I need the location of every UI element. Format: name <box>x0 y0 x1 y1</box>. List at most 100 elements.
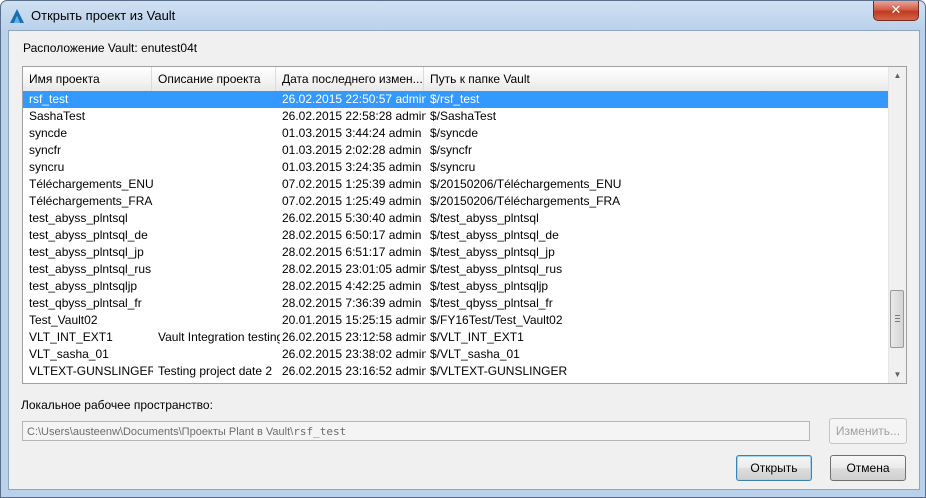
project-description-cell <box>158 261 280 278</box>
project-name-cell: Test_Vault02 <box>29 313 98 327</box>
last-modified-cell: 26.02.2015 23:16:52 admin <box>282 364 426 378</box>
vault-path-cell: $/test_abyss_plntsql <box>430 211 539 225</box>
vault-path-cell: $/syncde <box>430 126 479 140</box>
vault-path-cell: $/test_abyss_plntsql_jp <box>430 245 555 259</box>
last-modified-cell: 28.02.2015 7:36:39 admin <box>282 296 422 310</box>
project-description-cell <box>158 312 280 329</box>
column-header-last-modified[interactable]: Дата последнего измен... <box>276 67 424 91</box>
project-description-cell <box>158 295 280 312</box>
last-modified-cell: 01.03.2015 2:02:28 admin <box>282 143 422 157</box>
project-name-cell: Téléchargements_ENU <box>29 177 153 191</box>
vault-path-cell: $/VLTEXT-GUNSLINGER <box>430 364 568 378</box>
table-row[interactable]: syncru 01.03.2015 3:24:35 admin $/syncru <box>23 159 889 176</box>
vault-path-cell: $/test_qbyss_plntsal_fr <box>430 296 553 310</box>
project-name-cell: VLT_sasha_01 <box>29 347 109 361</box>
table-row[interactable]: VLTEXT-GUNSLINGER Testing project date 2 2… <box>23 363 889 380</box>
project-name-cell: test_abyss_plntsqljp <box>29 279 138 293</box>
table-row[interactable]: SashaTest 26.02.2015 22:58:28 admin $/Sash… <box>23 108 889 125</box>
table-row[interactable]: Téléchargements_FRA 07.02.2015 1:25:49 ad… <box>23 193 889 210</box>
project-name-cell: test_abyss_plntsql <box>29 211 128 225</box>
last-modified-cell: 28.02.2015 4:42:25 admin <box>282 279 422 293</box>
project-name-cell: rsf_test <box>29 92 69 106</box>
table-row[interactable]: syncfr 01.03.2015 2:02:28 admin $/syncfr <box>23 142 889 159</box>
scrollbar-thumb[interactable] <box>890 290 904 348</box>
project-name-cell: test_abyss_plntsql_rus <box>29 262 152 276</box>
project-description-cell <box>158 227 280 244</box>
project-description-cell <box>158 278 280 295</box>
project-name-cell: test_abyss_plntsql_jp <box>29 245 144 259</box>
project-description-cell <box>158 193 280 210</box>
project-description-cell <box>158 91 280 108</box>
table-row[interactable]: Test_Vault02 20.01.2015 15:25:15 admin $/F… <box>23 312 889 329</box>
workspace-path-project: rsf_test <box>293 425 347 438</box>
project-name-cell: VLT_INT_EXT1 <box>29 330 113 344</box>
column-header-vault-path[interactable]: Путь к папке Vault <box>424 67 889 91</box>
table-row[interactable]: test_abyss_plntsql_jp 28.02.2015 6:51:17 … <box>23 244 889 261</box>
project-name-cell: test_qbyss_plntsal_fr <box>29 296 142 310</box>
vault-path-cell: $/test_abyss_plntsql_de <box>430 228 559 242</box>
project-description-cell <box>158 159 280 176</box>
dialog-window: Открыть проект из Vault ✕ Расположение V… <box>0 0 926 498</box>
table-row[interactable]: syncde 01.03.2015 3:44:24 admin $/syncde <box>23 125 889 142</box>
project-list[interactable]: Имя проекта Описание проекта Дата послед… <box>22 66 907 384</box>
project-name-cell: Téléchargements_FRA <box>29 194 153 208</box>
cancel-button[interactable]: Отмена <box>830 455 906 481</box>
vault-path-cell: $/20150206/Téléchargements_FRA <box>430 194 621 208</box>
vault-path-cell: $/syncru <box>430 160 476 174</box>
table-row[interactable]: VLT_sasha_01 26.02.2015 23:38:02 admin $/V… <box>23 346 889 363</box>
workspace-label: Локальное рабочее пространство: <box>21 398 213 412</box>
table-row-selected[interactable]: rsf_test 26.02.2015 22:50:57 admin $/rsf_t… <box>23 91 889 108</box>
table-row[interactable]: VLT_INT_EXT1 Vault Integration testing 26.… <box>23 329 889 346</box>
table-row[interactable]: Téléchargements_ENU 07.02.2015 1:25:39 ad… <box>23 176 889 193</box>
project-name-cell: test_abyss_plntsql_de <box>29 228 148 242</box>
vault-path-cell: $/rsf_test <box>430 92 480 106</box>
vault-path-cell: $/VLT_INT_EXT1 <box>430 330 524 344</box>
close-button[interactable]: ✕ <box>873 1 919 21</box>
column-header-description[interactable]: Описание проекта <box>152 67 276 91</box>
project-description-cell: Testing project date 2 <box>158 364 273 378</box>
table-row[interactable]: test_abyss_plntsql_rus 28.02.2015 23:01:0… <box>23 261 889 278</box>
vault-path-cell: $/syncfr <box>430 143 473 157</box>
project-description-cell <box>158 142 280 159</box>
dialog-body: Расположение Vault: enutest04t Имя проек… <box>8 30 920 490</box>
last-modified-cell: 01.03.2015 3:24:35 admin <box>282 160 422 174</box>
scroll-down-icon[interactable]: ▼ <box>889 366 906 383</box>
vault-path-cell: $/SashaTest <box>430 109 497 123</box>
list-rows: rsf_test 26.02.2015 22:50:57 admin $/rsf_t… <box>23 91 889 380</box>
project-description-cell <box>158 125 280 142</box>
last-modified-cell: 20.01.2015 15:25:15 admin <box>282 313 426 327</box>
last-modified-cell: 28.02.2015 6:51:17 admin <box>282 245 422 259</box>
project-name-cell: syncru <box>29 160 65 174</box>
last-modified-cell: 01.03.2015 3:44:24 admin <box>282 126 422 140</box>
project-description-cell: Vault Integration testing <box>158 330 280 344</box>
project-description-cell <box>158 210 280 227</box>
project-description-cell <box>158 108 280 125</box>
table-row[interactable]: test_qbyss_plntsal_fr 28.02.2015 7:36:39 … <box>23 295 889 312</box>
change-button[interactable]: Изменить... <box>829 418 907 444</box>
vault-path-cell: $/test_abyss_plntsqljp <box>430 279 549 293</box>
project-description-cell <box>158 346 280 363</box>
project-description-cell <box>158 176 280 193</box>
project-name-cell: syncde <box>29 126 68 140</box>
project-name-cell: VLTEXT-GUNSLINGER <box>29 364 153 378</box>
workspace-path-prefix: C:\Users\austeenw\Documents\Проекты Plan… <box>27 426 294 438</box>
workspace-path-field: C:\Users\austeenw\Documents\Проекты Plan… <box>22 421 810 441</box>
column-header-project-name[interactable]: Имя проекта <box>23 67 152 91</box>
last-modified-cell: 26.02.2015 22:58:28 admin <box>282 109 426 123</box>
vault-path-cell: $/test_abyss_plntsql_rus <box>430 262 563 276</box>
close-icon: ✕ <box>890 2 902 17</box>
autodesk-logo-icon <box>10 9 24 23</box>
table-row[interactable]: test_abyss_plntsql 26.02.2015 5:30:40 adm… <box>23 210 889 227</box>
last-modified-cell: 28.02.2015 23:01:05 admin <box>282 262 426 276</box>
open-button[interactable]: Открыть <box>736 455 812 481</box>
last-modified-cell: 07.02.2015 1:25:49 admin <box>282 194 422 208</box>
last-modified-cell: 28.02.2015 6:50:17 admin <box>282 228 422 242</box>
window-title: Открыть проект из Vault <box>31 8 176 23</box>
table-row[interactable]: test_abyss_plntsqljp 28.02.2015 4:42:25 a… <box>23 278 889 295</box>
vault-location-label: Расположение Vault: enutest04t <box>23 41 198 55</box>
vertical-scrollbar[interactable]: ▲ ▼ <box>888 67 906 383</box>
table-row[interactable]: test_abyss_plntsql_de 28.02.2015 6:50:17 … <box>23 227 889 244</box>
title-bar[interactable]: Открыть проект из Vault ✕ <box>1 1 925 31</box>
scroll-up-icon[interactable]: ▲ <box>889 67 906 84</box>
last-modified-cell: 26.02.2015 23:38:02 admin <box>282 347 426 361</box>
